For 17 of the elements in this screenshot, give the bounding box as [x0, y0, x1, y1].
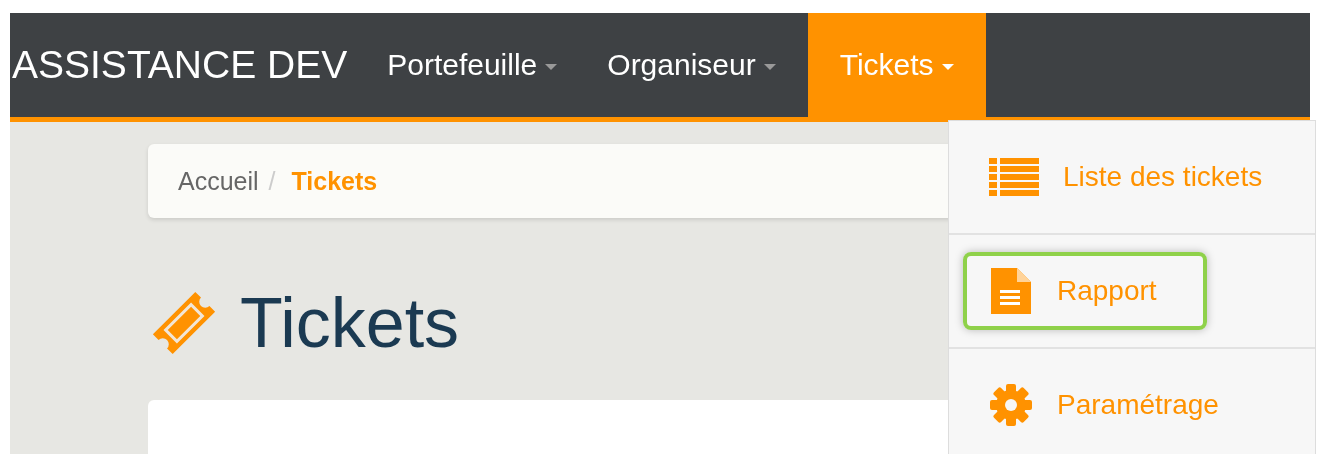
nav-menu-item[interactable]: Portefeuille: [369, 13, 590, 117]
page-title: Tickets: [240, 283, 460, 363]
nav-menu-item[interactable]: Organiseur: [589, 13, 808, 117]
caret-icon: [763, 64, 776, 70]
list-icon: [989, 158, 1039, 196]
settings-icon: [989, 383, 1033, 427]
document-icon: [989, 266, 1033, 316]
breadcrumb-separator: /: [268, 166, 276, 196]
dropdown-menu-item[interactable]: Liste des tickets: [963, 144, 1313, 210]
nav-menu-item[interactable]: Tickets: [807, 13, 986, 117]
dropdown-menu-item[interactable]: Paramétrage: [963, 369, 1269, 441]
brand-title[interactable]: ASSISTANCE DEV: [10, 43, 370, 87]
breadcrumb-link[interactable]: Accueil: [178, 166, 259, 196]
caret-icon: [545, 64, 558, 70]
dropdown-menu-item[interactable]: Rapport: [963, 252, 1207, 330]
caret-icon: [941, 64, 954, 70]
breadcrumb-link[interactable]: Tickets: [291, 166, 378, 196]
